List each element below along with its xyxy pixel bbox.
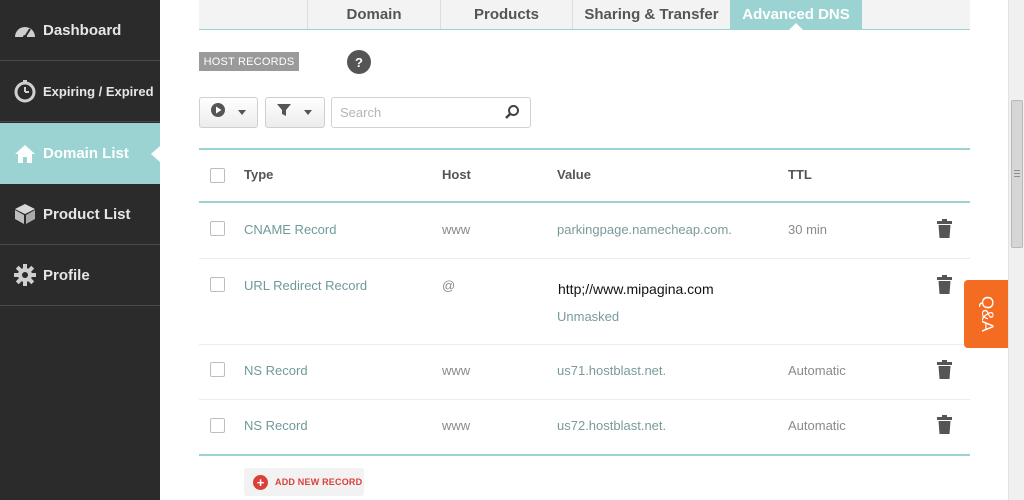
column-header-ttl: TTL <box>788 167 812 182</box>
search-input[interactable] <box>340 105 500 120</box>
home-icon <box>12 141 38 167</box>
record-host: www <box>442 363 471 378</box>
sidebar-item-dashboard[interactable]: Dashboard <box>0 0 160 61</box>
plus-icon: + <box>253 474 268 490</box>
trash-icon[interactable] <box>936 360 953 380</box>
sidebar-item-product-list[interactable]: Product List <box>0 184 160 245</box>
scrollbar-grip <box>1014 170 1020 171</box>
qa-tab-button[interactable]: Q&A <box>964 280 1010 348</box>
tab-domain[interactable]: Domain <box>307 0 440 29</box>
sidebar-item-profile[interactable]: Profile <box>0 245 160 306</box>
redirect-mode[interactable]: Unmasked <box>557 309 619 324</box>
trash-icon[interactable] <box>936 275 953 295</box>
sidebar-item-label: Product List <box>43 205 131 223</box>
row-checkbox[interactable] <box>210 221 225 236</box>
record-type: NS Record <box>244 363 308 378</box>
add-new-record-label: ADD NEW RECORD <box>275 477 363 487</box>
record-ttl: Automatic <box>788 363 846 378</box>
table-top-border <box>199 148 970 150</box>
sidebar-item-label: Profile <box>43 266 90 284</box>
record-ttl: 30 min <box>788 222 828 237</box>
record-type: CNAME Record <box>244 222 337 237</box>
sidebar-item-domain-list[interactable]: Domain List <box>0 123 160 184</box>
sidebar-item-label: Dashboard <box>43 21 122 39</box>
sidebar: Dashboard Expiring / Expired Domain List… <box>0 0 160 500</box>
trash-icon[interactable] <box>936 415 953 435</box>
filter-dropdown-button[interactable] <box>265 97 325 128</box>
row-divider <box>199 344 970 345</box>
table-header-border <box>199 201 970 203</box>
record-value: us72.hostblast.net. <box>557 418 667 433</box>
gauge-icon <box>12 17 38 43</box>
record-host: www <box>442 222 471 237</box>
box-icon <box>12 201 38 227</box>
chevron-down-icon <box>238 110 246 115</box>
play-icon <box>210 102 226 123</box>
trash-icon[interactable] <box>936 219 953 239</box>
gear-icon <box>12 262 38 288</box>
select-all-checkbox[interactable] <box>210 168 225 183</box>
tab-advanced-dns[interactable]: Advanced DNS <box>730 0 862 30</box>
clock-icon <box>12 78 38 104</box>
qa-label: Q&A <box>978 296 997 332</box>
column-header-type: Type <box>244 167 274 182</box>
scrollbar-thumb[interactable] <box>1011 100 1023 248</box>
record-ttl: Automatic <box>788 418 846 433</box>
record-host: @ <box>442 278 456 293</box>
domain-tabs: Domain Products Sharing & Transfer Advan… <box>199 0 970 30</box>
search-icon[interactable] <box>504 104 520 125</box>
row-checkbox[interactable] <box>210 277 225 292</box>
sidebar-item-label: Expiring / Expired <box>43 83 154 99</box>
host-records-label: HOST RECORDS <box>199 52 299 71</box>
record-value: us71.hostblast.net. <box>557 363 667 378</box>
column-header-host: Host <box>442 167 471 182</box>
chevron-down-icon <box>304 110 312 115</box>
record-type: NS Record <box>244 418 308 433</box>
vertical-scrollbar[interactable] <box>1008 0 1024 500</box>
scrollbar-grip <box>1014 176 1020 177</box>
table-bottom-border <box>199 454 970 456</box>
record-type: URL Redirect Record <box>244 278 368 293</box>
add-new-record-button[interactable]: + ADD NEW RECORD <box>244 468 364 496</box>
record-host: www <box>442 418 471 433</box>
row-divider <box>199 258 970 259</box>
tab-products[interactable]: Products <box>440 0 572 29</box>
record-value-input[interactable]: http;//www.mipagina.com <box>558 281 714 297</box>
scrollbar-grip <box>1014 173 1020 174</box>
row-checkbox[interactable] <box>210 418 225 433</box>
filter-icon <box>276 102 292 123</box>
row-divider <box>199 399 970 400</box>
tab-sharing-transfer[interactable]: Sharing & Transfer <box>572 0 730 29</box>
record-value: parkingpage.namecheap.com. <box>557 222 732 237</box>
actions-dropdown-button[interactable] <box>199 97 258 128</box>
row-checkbox[interactable] <box>210 362 225 377</box>
column-header-value: Value <box>557 167 591 182</box>
help-icon[interactable]: ? <box>347 50 371 74</box>
search-box <box>331 97 531 128</box>
sidebar-item-expiring[interactable]: Expiring / Expired <box>0 61 160 122</box>
sidebar-item-label: Domain List <box>43 145 129 162</box>
